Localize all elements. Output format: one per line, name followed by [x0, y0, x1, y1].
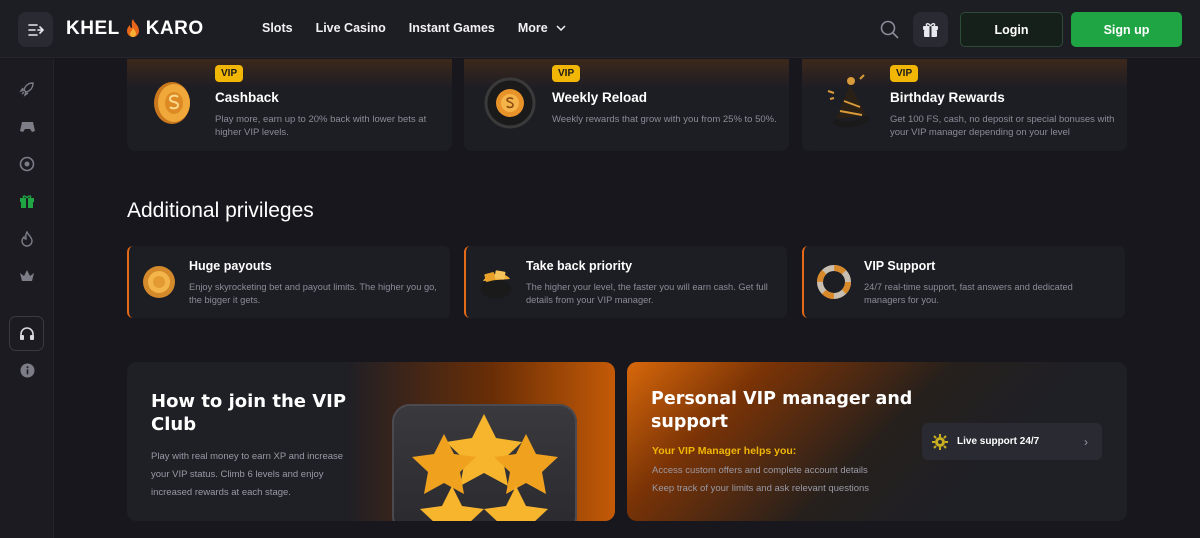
privilege-title: Huge payouts: [189, 259, 272, 273]
reward-card-cashback: VIP Cashback Play more, earn up to 20% b…: [127, 59, 452, 151]
nav-more-label: More: [517, 21, 548, 35]
gold-coin-icon: [143, 266, 175, 298]
vip-badge: VIP: [215, 65, 244, 82]
privilege-description: The higher your level, the faster you wi…: [526, 282, 768, 305]
gift-button[interactable]: [913, 12, 948, 47]
join-vip-banner: How to join the VIP Club Play with real …: [127, 362, 615, 521]
sidebar-item-info[interactable]: [17, 360, 37, 380]
manager-title: Personal VIP manager and support: [651, 389, 913, 432]
logo[interactable]: KHEL KARO: [66, 18, 204, 40]
coin-gear-icon: [484, 77, 536, 129]
stars-illustration: [392, 404, 577, 521]
nav-live-casino-label: Live Casino: [315, 21, 386, 35]
top-bar: KHEL KARO Slots Live Casino Instant Game…: [0, 0, 1200, 58]
manager-benefit: Keep track of your limits and ask releva…: [652, 483, 870, 494]
reward-description: Weekly rewards that grow with you from 2…: [552, 114, 777, 125]
nav-instant-games-label: Instant Games: [408, 21, 495, 35]
manager-benefit: Access custom offers and complete accoun…: [652, 465, 868, 476]
sidebar-item-hot[interactable]: [17, 229, 37, 249]
join-title: How to join the VIP Club: [151, 391, 347, 435]
crown-icon: [20, 270, 34, 281]
join-description: Play with real money to earn XP and incr…: [151, 451, 344, 498]
vip-manager-banner: Personal VIP manager and support Your VI…: [627, 362, 1127, 521]
money-pot-icon: [481, 270, 511, 299]
live-support-label: Live support 24/7: [957, 436, 1040, 447]
sidebar-item-casino[interactable]: [17, 154, 37, 174]
flame-logo-icon: [126, 19, 139, 37]
manager-subtitle: Your VIP Manager helps you:: [652, 445, 797, 457]
reward-card-weekly-reload: VIP Weekly Reload Weekly rewards that gr…: [464, 59, 789, 151]
flame-icon: [21, 231, 33, 247]
vip-badge: VIP: [890, 65, 919, 82]
chevron-down-icon: [556, 25, 566, 31]
gamepad-icon: [19, 122, 35, 132]
reward-card-birthday: VIP Birthday Rewards Get 100 FS, cash, n…: [802, 59, 1127, 151]
privilege-title: VIP Support: [864, 259, 936, 273]
nav-instant-games[interactable]: Instant Games: [409, 21, 495, 35]
info-icon: [20, 363, 34, 377]
chip-icon: [19, 156, 35, 172]
party-hat-icon: [827, 74, 871, 128]
lifebuoy-icon: [817, 265, 851, 299]
reward-title: Cashback: [215, 90, 279, 105]
reward-title: Birthday Rewards: [890, 90, 1005, 105]
search-button[interactable]: [874, 14, 904, 44]
privilege-card-vip-support: VIP Support 24/7 real-time support, fast…: [802, 246, 1125, 318]
reward-title: Weekly Reload: [552, 90, 648, 105]
live-support-button[interactable]: Live support 24/7 ›: [922, 423, 1102, 460]
login-button[interactable]: Login: [960, 12, 1063, 47]
sidebar-item-vip[interactable]: [17, 266, 37, 286]
logo-text-right: KARO: [145, 18, 204, 39]
gold-coin-icon: [154, 82, 190, 124]
section-title-additional-privileges: Additional privileges: [127, 199, 314, 222]
gear-icon: [932, 433, 948, 450]
reward-description: Play more, earn up to 20% back with lowe…: [215, 114, 427, 138]
gift-icon: [20, 195, 34, 208]
nav-more[interactable]: More: [518, 21, 566, 35]
stars-icon: [412, 414, 558, 521]
sidebar-toggle-button[interactable]: [18, 12, 53, 47]
vip-badge: VIP: [552, 65, 581, 82]
logo-text-left: KHEL: [66, 18, 120, 39]
gift-icon: [923, 23, 938, 37]
nav-slots-label: Slots: [262, 21, 293, 35]
nav-slots[interactable]: Slots: [262, 21, 293, 35]
nav-live-casino[interactable]: Live Casino: [316, 21, 386, 35]
privilege-card-huge-payouts: Huge payouts Enjoy skyrocketing bet and …: [127, 246, 450, 318]
chevron-right-icon: ›: [1084, 435, 1088, 449]
sidebar-support-button[interactable]: [9, 316, 44, 351]
search-icon: [880, 20, 899, 39]
headset-icon: [19, 326, 34, 340]
sidebar-item-promotions[interactable]: [17, 191, 37, 211]
privilege-title: Take back priority: [526, 259, 633, 273]
privilege-description: Enjoy skyrocketing bet and payout limits…: [189, 282, 437, 305]
signup-button[interactable]: Sign up: [1071, 12, 1182, 47]
sidebar: [0, 59, 54, 538]
privilege-card-take-back-priority: Take back priority The higher your level…: [464, 246, 787, 318]
rocket-icon: [19, 82, 34, 97]
reward-description: Get 100 FS, cash, no deposit or special …: [890, 114, 1115, 138]
privilege-description: 24/7 real-time support, fast answers and…: [864, 282, 1073, 305]
sidebar-item-live-casino[interactable]: [17, 117, 37, 137]
menu-collapse-icon: [27, 23, 44, 36]
main-nav: Slots Live Casino Instant Games More: [262, 21, 589, 35]
sidebar-item-rocket[interactable]: [17, 79, 37, 99]
